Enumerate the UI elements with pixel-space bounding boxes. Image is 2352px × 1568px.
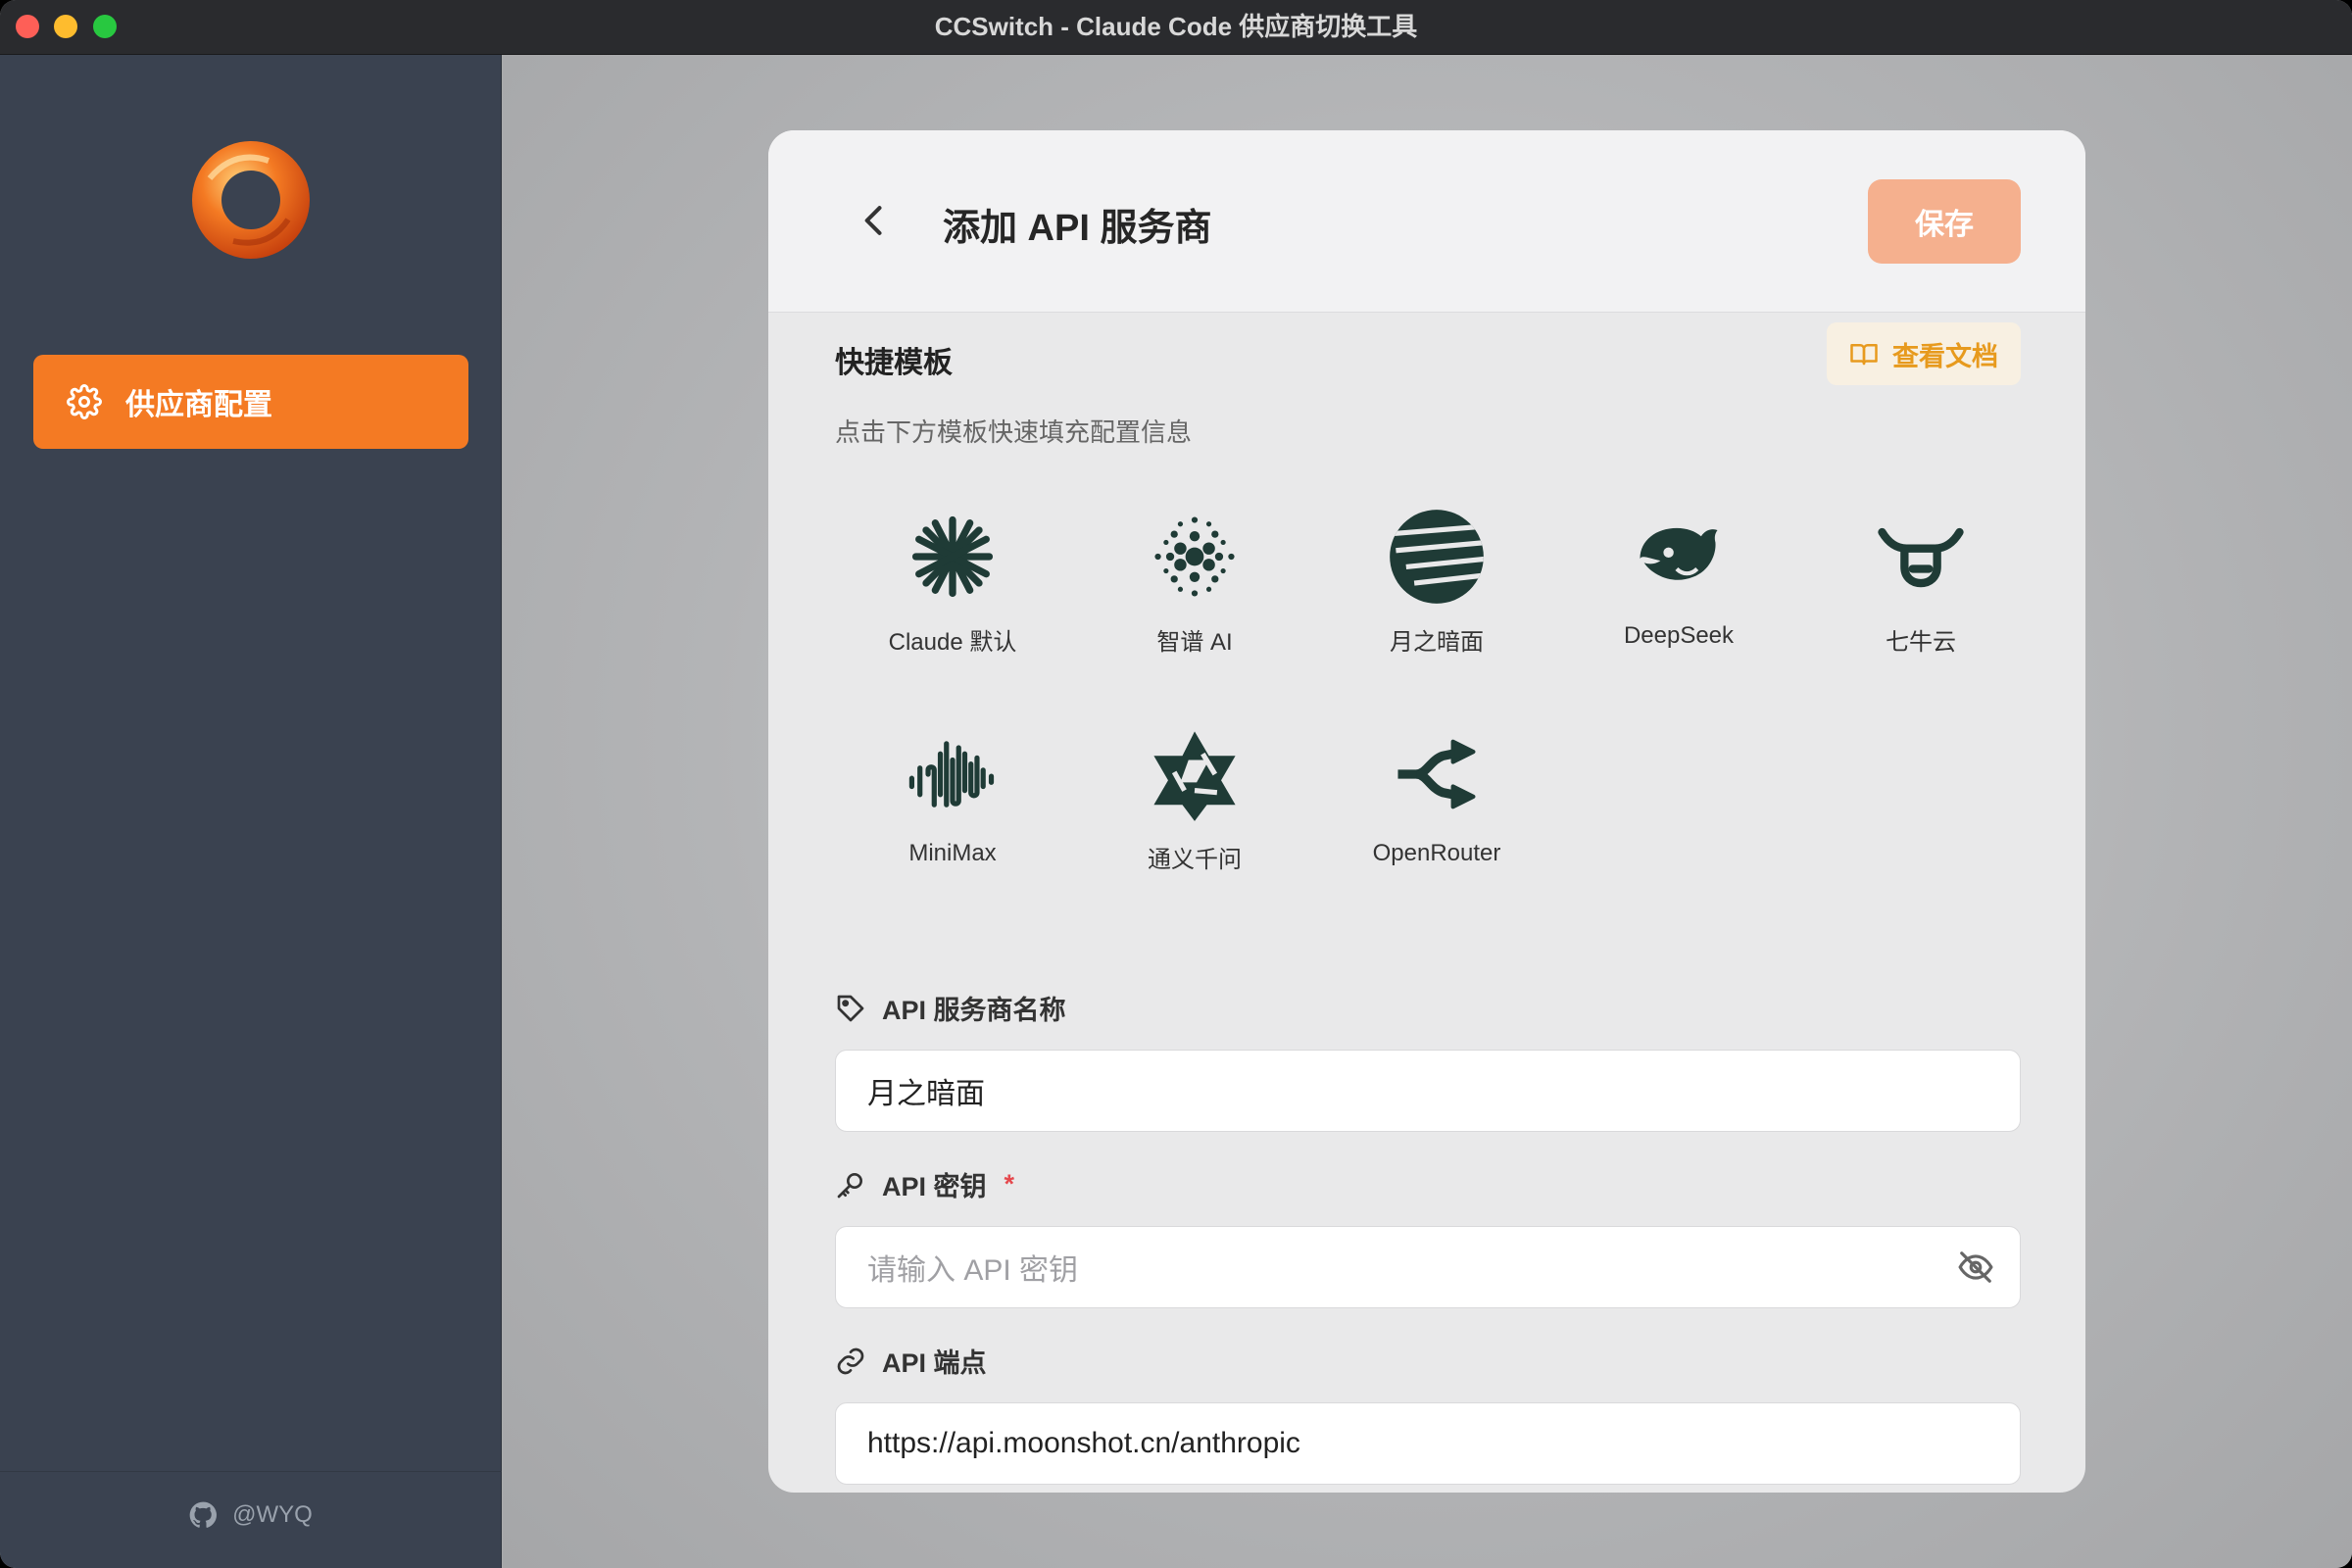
template-label: 七牛云 xyxy=(1886,629,1956,656)
claude-icon xyxy=(911,515,994,598)
required-mark: * xyxy=(1004,1169,1015,1199)
save-button[interactable]: 保存 xyxy=(1868,179,2021,264)
title-bar: CCSwitch - Claude Code 供应商切换工具 xyxy=(0,0,2352,55)
template-claude[interactable]: Claude 默认 xyxy=(835,489,1070,685)
template-label: 智谱 AI xyxy=(1156,629,1233,656)
sidebar-item-label: 供应商配置 xyxy=(125,389,272,421)
template-minimax[interactable]: MiniMax xyxy=(835,707,1070,903)
sidebar-footer-divider xyxy=(0,1471,502,1472)
github-icon xyxy=(189,1501,218,1528)
eye-off-icon[interactable] xyxy=(1957,1249,1994,1286)
provider-name-value: 月之暗面 xyxy=(867,1078,985,1110)
template-openrouter[interactable]: OpenRouter xyxy=(1319,707,1554,903)
app-window: CCSwitch - Claude Code 供应商切换工具 供应商配置 @WY… xyxy=(0,0,2352,1568)
minimax-icon xyxy=(908,741,995,808)
templates-description: 点击下方模板快速填充配置信息 xyxy=(835,417,1193,447)
template-qwen[interactable]: 通义千问 xyxy=(1077,707,1312,903)
template-moonshot[interactable]: 月之暗面 xyxy=(1319,489,1554,685)
sidebar: 供应商配置 @WYQ xyxy=(0,55,502,1568)
deepseek-icon xyxy=(1640,527,1718,580)
view-docs-button[interactable]: 查看文档 xyxy=(1827,322,2021,385)
template-label: 月之暗面 xyxy=(1390,629,1484,656)
tag-icon xyxy=(837,995,864,1021)
dialog-title: 添加 API 服务商 xyxy=(943,208,1212,249)
api-endpoint-input[interactable]: https://api.moonshot.cn/anthropic xyxy=(835,1402,2021,1485)
api-key-label-text: API 密钥 xyxy=(882,1172,987,1201)
view-docs-label: 查看文档 xyxy=(1892,341,1998,371)
link-icon xyxy=(837,1348,864,1374)
template-label: 通义千问 xyxy=(1148,847,1242,873)
window-title: CCSwitch - Claude Code 供应商切换工具 xyxy=(934,12,1418,41)
dialog-header: 添加 API 服务商 保存 xyxy=(768,130,2085,313)
qwen-icon xyxy=(1153,731,1236,821)
back-icon[interactable] xyxy=(853,199,896,242)
api-key-input[interactable]: 请输入 API 密钥 xyxy=(835,1226,2021,1308)
openrouter-icon xyxy=(1397,739,1476,809)
moonshot-icon xyxy=(1390,510,1484,604)
gear-icon xyxy=(67,384,102,419)
api-key-placeholder: 请输入 API 密钥 xyxy=(867,1254,1079,1287)
template-qiniu[interactable]: 七牛云 xyxy=(1803,489,2038,685)
template-label: DeepSeek xyxy=(1623,622,1735,649)
provider-name-label-text: API 服务商名称 xyxy=(882,996,1066,1025)
api-endpoint-value: https://api.moonshot.cn/anthropic xyxy=(867,1427,1300,1459)
provider-name-label: API 服务商名称 xyxy=(835,989,1066,1027)
api-key-label: API 密钥 * xyxy=(835,1165,1014,1203)
book-icon xyxy=(1850,344,1878,366)
github-username: @WYQ xyxy=(232,1501,313,1528)
zhipu-icon xyxy=(1154,516,1235,597)
api-endpoint-label: API 端点 xyxy=(835,1342,987,1380)
provider-name-input[interactable]: 月之暗面 xyxy=(835,1050,2021,1132)
template-label: Claude 默认 xyxy=(888,629,1017,656)
github-link[interactable]: @WYQ xyxy=(0,1495,502,1535)
api-endpoint-label-text: API 端点 xyxy=(882,1348,987,1378)
template-label: MiniMax xyxy=(908,840,997,866)
template-deepseek[interactable]: DeepSeek xyxy=(1561,489,1796,685)
add-provider-dialog: 添加 API 服务商 保存 快捷模板 查看文档 点击下方模板快速填充配置信息 C… xyxy=(768,130,2085,1493)
sidebar-item-provider-config[interactable]: 供应商配置 xyxy=(33,355,468,449)
app-logo-icon xyxy=(192,141,310,259)
qiniu-icon xyxy=(1878,527,1964,588)
template-zhipu[interactable]: 智谱 AI xyxy=(1077,489,1312,685)
key-icon xyxy=(837,1172,862,1198)
template-label: OpenRouter xyxy=(1372,840,1501,866)
templates-section-title: 快捷模板 xyxy=(835,347,953,379)
